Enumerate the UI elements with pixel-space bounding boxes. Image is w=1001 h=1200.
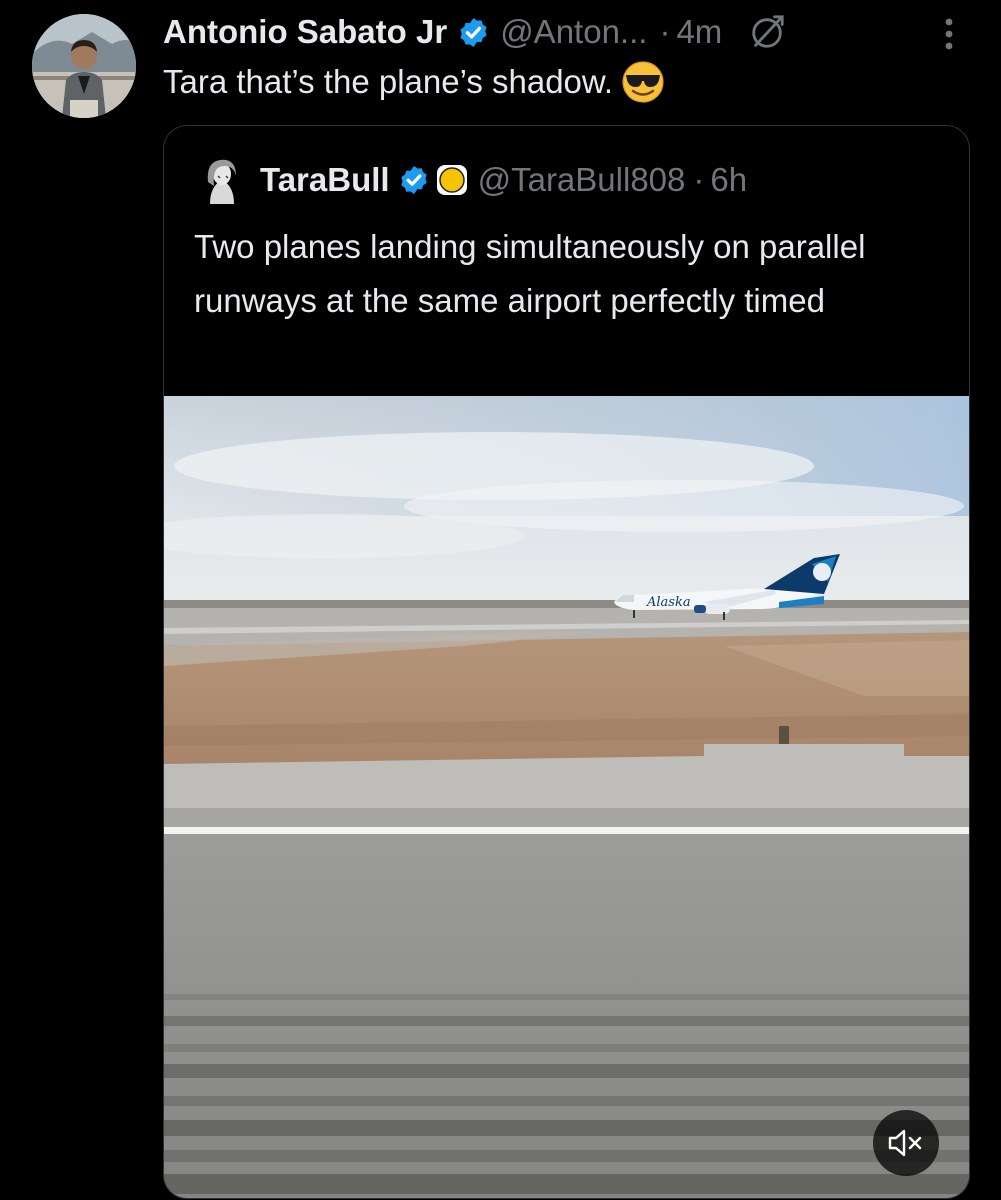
tweet-timestamp[interactable]: 4m — [676, 13, 722, 51]
author-avatar[interactable] — [32, 14, 136, 118]
speaker-muted-icon — [888, 1129, 922, 1157]
aircraft-livery-text: Alaska — [646, 595, 691, 610]
quoted-author-handle[interactable]: @TaraBull808 — [478, 161, 686, 199]
tweet-text: Tara that’s the plane’s shadow. — [163, 60, 665, 104]
quoted-author-avatar[interactable] — [200, 156, 244, 204]
quoted-author-display-name[interactable]: TaraBull — [260, 161, 390, 199]
separator-dot: · — [659, 13, 671, 50]
more-vertical-icon[interactable] — [936, 14, 962, 54]
tweet-header: Antonio Sabato Jr @Anton... · 4m — [163, 8, 786, 56]
quoted-tweet-header: TaraBull @TaraBull808 · 6h — [200, 154, 747, 206]
mute-toggle-button[interactable] — [873, 1110, 939, 1176]
sunglasses-emoji-icon — [622, 61, 664, 103]
separator-dot: · — [693, 161, 705, 198]
tweet-view: Antonio Sabato Jr @Anton... · 4m Tara th… — [0, 0, 1001, 1200]
verified-badge-icon — [460, 17, 487, 47]
quoted-tweet-card[interactable]: TaraBull @TaraBull808 · 6h Two planes la… — [163, 125, 970, 1199]
quoted-tweet-text: Two planes landing simultaneously on par… — [194, 228, 866, 319]
edit-disabled-icon — [752, 15, 784, 48]
tweet-text-content: Tara that’s the plane’s shadow. — [163, 63, 614, 100]
quoted-tweet-timestamp[interactable]: 6h — [710, 161, 747, 199]
quoted-tweet-video[interactable]: Alaska — [164, 396, 969, 1198]
verified-badge-icon — [400, 166, 427, 194]
affiliate-badge-icon — [436, 165, 467, 195]
author-handle[interactable]: @Anton... — [500, 13, 647, 51]
author-display-name[interactable]: Antonio Sabato Jr — [163, 13, 447, 51]
